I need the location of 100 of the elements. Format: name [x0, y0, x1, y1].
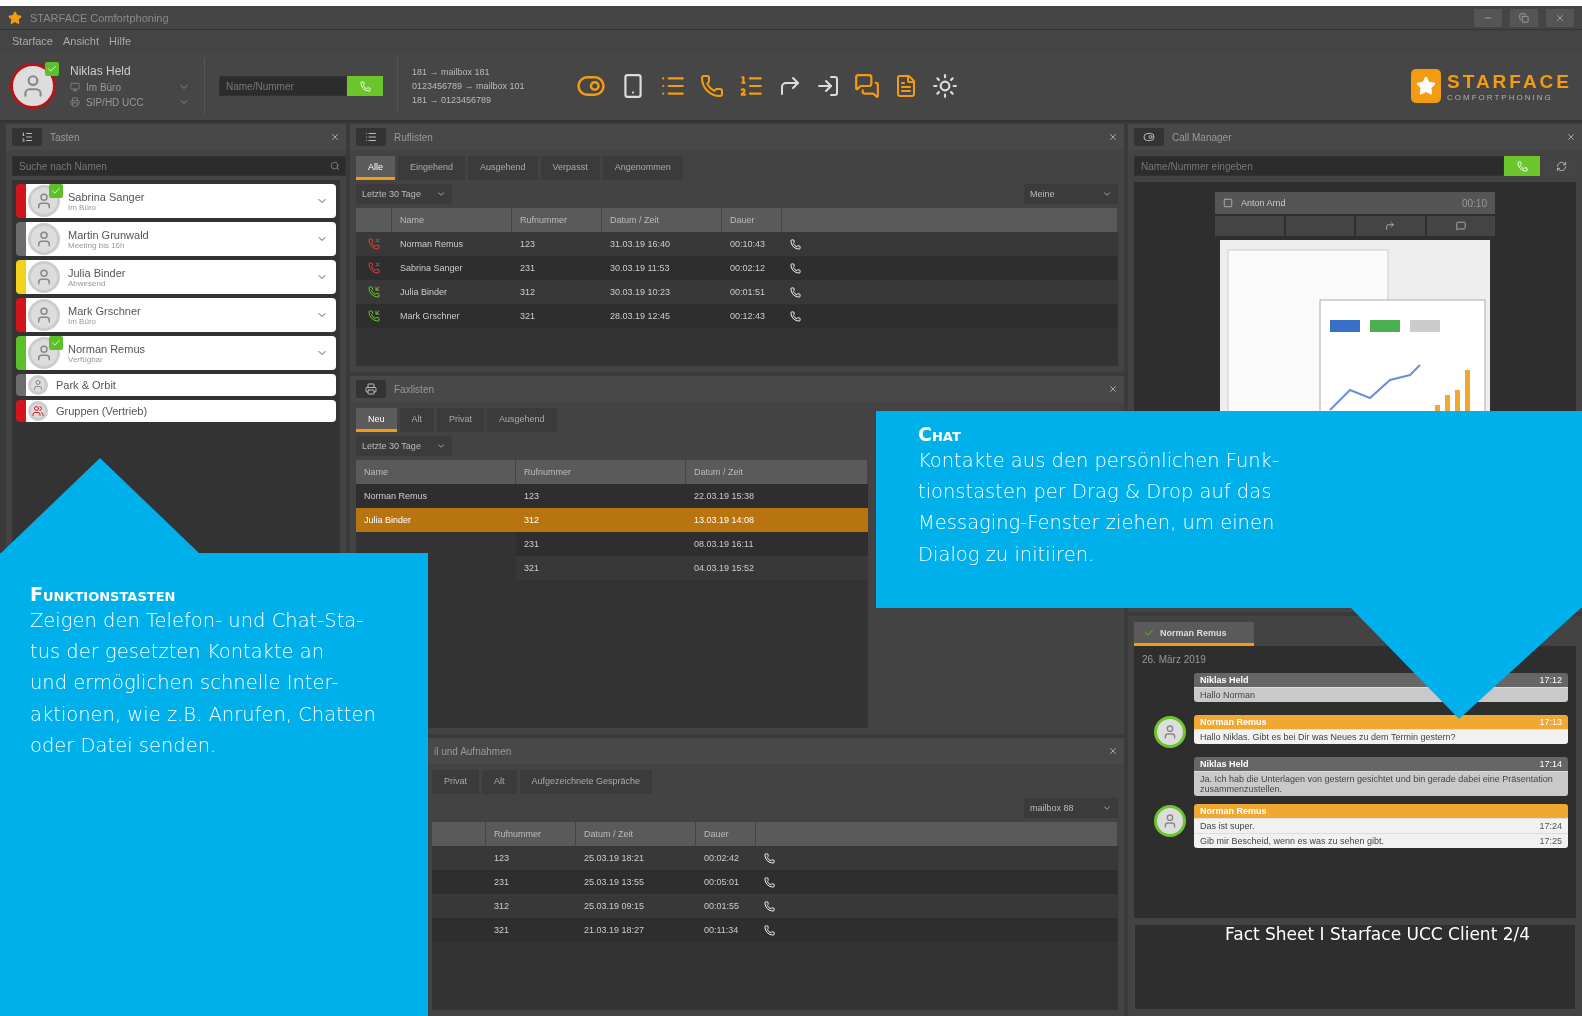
table-cell-text: 00:02:12	[729, 263, 767, 273]
tab[interactable]: Verpasst	[540, 156, 600, 180]
callback-icon[interactable]	[764, 852, 775, 864]
table-cell-text: 312	[519, 287, 537, 297]
table-row[interactable]: 321 21.03.19 18:27 00:11:34	[432, 918, 1118, 942]
tab[interactable]: Aufgezeichnete Gespräche	[519, 770, 653, 794]
message-author: Norman Remus	[1200, 806, 1267, 816]
person-icon	[35, 230, 53, 248]
redirect-rule: 181 → 0123456789	[412, 95, 493, 105]
table-cell-text: Mark Grschner	[399, 311, 461, 321]
hold-button[interactable]	[1426, 216, 1495, 236]
transfer-icon	[1385, 221, 1396, 231]
table-row[interactable]: 231 25.03.19 13:55 00:05:01	[432, 870, 1118, 894]
person-icon	[1162, 724, 1178, 740]
table-row[interactable]: Julia Binder 312 13.03.19 14:08	[356, 508, 868, 532]
star-icon	[1416, 76, 1436, 96]
message-text: Gib mir Bescheid, wenn es was zu sehen gibt.	[1200, 836, 1385, 846]
menu-item[interactable]: Hilfe	[109, 35, 132, 47]
table-row[interactable]: Norman Remus 123 31.03.19 16:40 00:10:43	[356, 232, 1118, 256]
contact-name: Norman Remus	[68, 342, 147, 355]
contact-key[interactable]: Martin Grunwald Meeting bis 16h	[16, 222, 336, 256]
login-icon[interactable]	[816, 74, 840, 98]
tab[interactable]: Angenommen	[602, 156, 683, 180]
tab[interactable]: Privat	[437, 408, 485, 432]
mailbox-dropdown[interactable]: mailbox 88	[1024, 798, 1118, 818]
contact-key[interactable]: Mark Grschner Im Büro	[16, 298, 336, 332]
close-icon[interactable]	[330, 132, 340, 142]
table-cell-text: 30.03.19 11:53	[609, 263, 671, 273]
close-icon[interactable]	[1566, 132, 1576, 142]
menu-item[interactable]: Starface	[12, 35, 53, 47]
close-icon[interactable]	[1108, 746, 1118, 756]
dial-field[interactable]: Name/Nummer eingeben	[1134, 156, 1504, 176]
table-row[interactable]: Julia Binder 312 30.03.19 10:23 00:01:51	[356, 280, 1118, 304]
settings-icon[interactable]	[932, 73, 958, 99]
tab[interactable]: Alt	[482, 770, 517, 794]
filter-dropdown[interactable]: Meine	[1024, 184, 1118, 204]
table-cell-text: 123	[519, 239, 537, 249]
table-row[interactable]: 312 25.03.19 09:15 00:01:55	[432, 894, 1118, 918]
period-dropdown[interactable]: Letzte 30 Tage	[356, 436, 452, 456]
table-row[interactable]: Sabrina Sanger 231 30.03.19 11:53 00:02:12	[356, 256, 1118, 280]
callback-icon[interactable]	[790, 286, 801, 298]
phone-icon[interactable]	[700, 74, 724, 98]
restore-icon	[1519, 12, 1529, 23]
table-cell-text: 25.03.19 18:21	[583, 853, 646, 863]
contact-key[interactable]: Gruppen (Vertrieb)	[16, 400, 336, 422]
contact-key[interactable]: Park & Orbit	[16, 374, 336, 396]
period-dropdown[interactable]: Letzte 30 Tage	[356, 184, 452, 204]
table-row[interactable]: 231 08.03.19 16:11	[516, 532, 868, 556]
table-row[interactable]: 123 25.03.19 18:21 00:02:42	[432, 846, 1118, 870]
callback-icon[interactable]	[764, 876, 775, 888]
table-row[interactable]: 321 04.03.19 15:52	[516, 556, 868, 580]
chat-tab[interactable]: Norman Remus	[1134, 622, 1254, 646]
callback-icon[interactable]	[790, 238, 801, 250]
footer-text: Fact Sheet I Starface UCC Client 2/4	[1225, 924, 1531, 944]
contact-name: Park & Orbit	[56, 379, 117, 391]
table-cell-text: 231	[493, 877, 511, 887]
table-cell-text: 28.03.19 12:45	[609, 311, 672, 321]
table-cell-text: 00:10:43	[729, 239, 767, 249]
forward-icon[interactable]	[778, 74, 802, 98]
restore-button[interactable]	[1510, 8, 1538, 27]
tab[interactable]: Privat	[432, 770, 479, 794]
tab[interactable]: Alle	[356, 156, 395, 180]
person-icon	[35, 306, 53, 324]
minimize-button[interactable]	[1474, 8, 1502, 27]
tab[interactable]: Ausgehend	[487, 408, 557, 432]
contact-name: Martin Grunwald	[68, 228, 150, 241]
contact-name: Mark Grschner	[68, 304, 142, 317]
callback-icon[interactable]	[790, 310, 801, 322]
tab[interactable]: Ausgehend	[468, 156, 538, 180]
table-cell-text: 25.03.19 13:55	[583, 877, 646, 887]
menu-item[interactable]: Ansicht	[62, 35, 100, 47]
message-time: 17:24	[1539, 821, 1562, 831]
close-button[interactable]	[1546, 8, 1574, 27]
callback-icon[interactable]	[764, 900, 775, 912]
tab[interactable]: Eingehend	[398, 156, 466, 180]
tab[interactable]: Neu	[356, 408, 397, 432]
close-icon[interactable]	[1108, 132, 1118, 142]
chat-icon[interactable]	[854, 73, 880, 99]
numbered-list-icon[interactable]	[738, 73, 764, 99]
close-icon[interactable]	[1108, 384, 1118, 394]
message-author: Norman Remus	[1200, 717, 1267, 727]
contact-status: Im Büro	[68, 202, 97, 212]
message-time: 17:13	[1539, 717, 1562, 727]
search-field[interactable]: Suche nach Namen	[12, 156, 346, 176]
dial-field[interactable]: Name/Nummer	[219, 76, 347, 96]
list-icon	[365, 131, 377, 143]
chat-date: 26. März 2019	[1142, 654, 1207, 665]
callback-icon[interactable]	[790, 262, 801, 274]
contact-key[interactable]: Julia Binder Abwesend	[16, 260, 336, 294]
contact-key[interactable]: Norman Remus Verfügbar	[16, 336, 336, 370]
notes-icon[interactable]	[894, 74, 918, 98]
tab[interactable]: Alt	[399, 408, 435, 432]
message-author: Niklas Held	[1200, 675, 1249, 685]
contact-key[interactable]: Sabrina Sanger Im Büro	[16, 184, 336, 218]
callback-icon[interactable]	[764, 924, 775, 936]
table-cell-text: 123	[493, 853, 511, 863]
contact-status: Meeting bis 16h	[68, 240, 126, 250]
table-row[interactable]: Norman Remus 123 22.03.19 15:38	[356, 484, 868, 508]
logo-tagline: COMFORTPHONING	[1447, 92, 1554, 102]
table-row[interactable]: Mark Grschner 321 28.03.19 12:45 00:12:43	[356, 304, 1118, 328]
